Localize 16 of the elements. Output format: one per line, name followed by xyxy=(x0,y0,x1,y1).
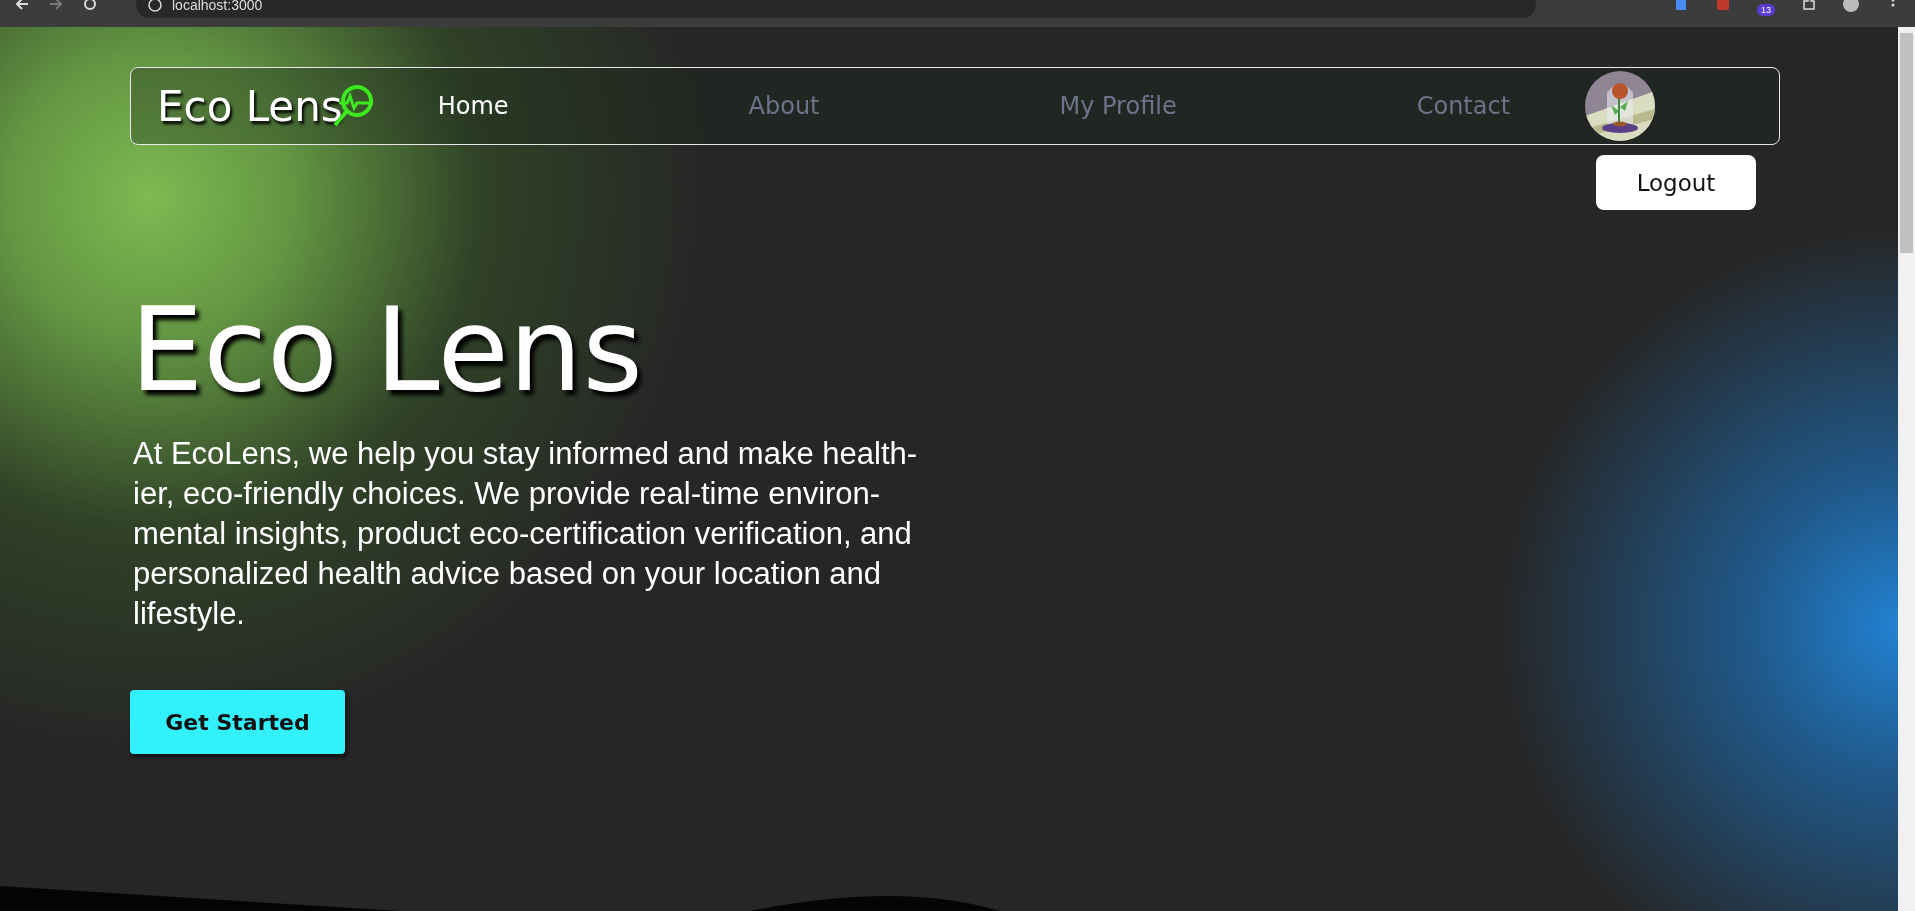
profile-icon[interactable] xyxy=(1843,0,1859,12)
hero-description: At EcoLens, we help you stay informed and make health-ier, eco-friendly choices. We provide real-time environ-mental insights, product eco-certification verification, and personalized health advice based on your location and lifestyle. xyxy=(133,435,919,633)
extension-badge[interactable]: 13 xyxy=(1757,4,1775,16)
address-bar[interactable]: localhost:3000 xyxy=(136,0,1536,18)
scrollbar[interactable] xyxy=(1898,27,1915,911)
scrollbar-thumb[interactable] xyxy=(1900,33,1913,253)
logo-text: Eco Lens xyxy=(157,81,343,131)
extension-icon[interactable] xyxy=(1673,0,1689,12)
url-text: localhost:3000 xyxy=(172,0,263,13)
forward-icon[interactable] xyxy=(48,0,64,12)
hero-title: Eco Lens xyxy=(130,281,644,419)
get-started-button[interactable]: Get Started xyxy=(130,690,345,754)
logout-button[interactable]: Logout xyxy=(1596,155,1756,210)
nav-link[interactable]: Home xyxy=(437,92,509,120)
info-icon[interactable] xyxy=(148,0,162,12)
back-icon[interactable] xyxy=(14,0,30,12)
